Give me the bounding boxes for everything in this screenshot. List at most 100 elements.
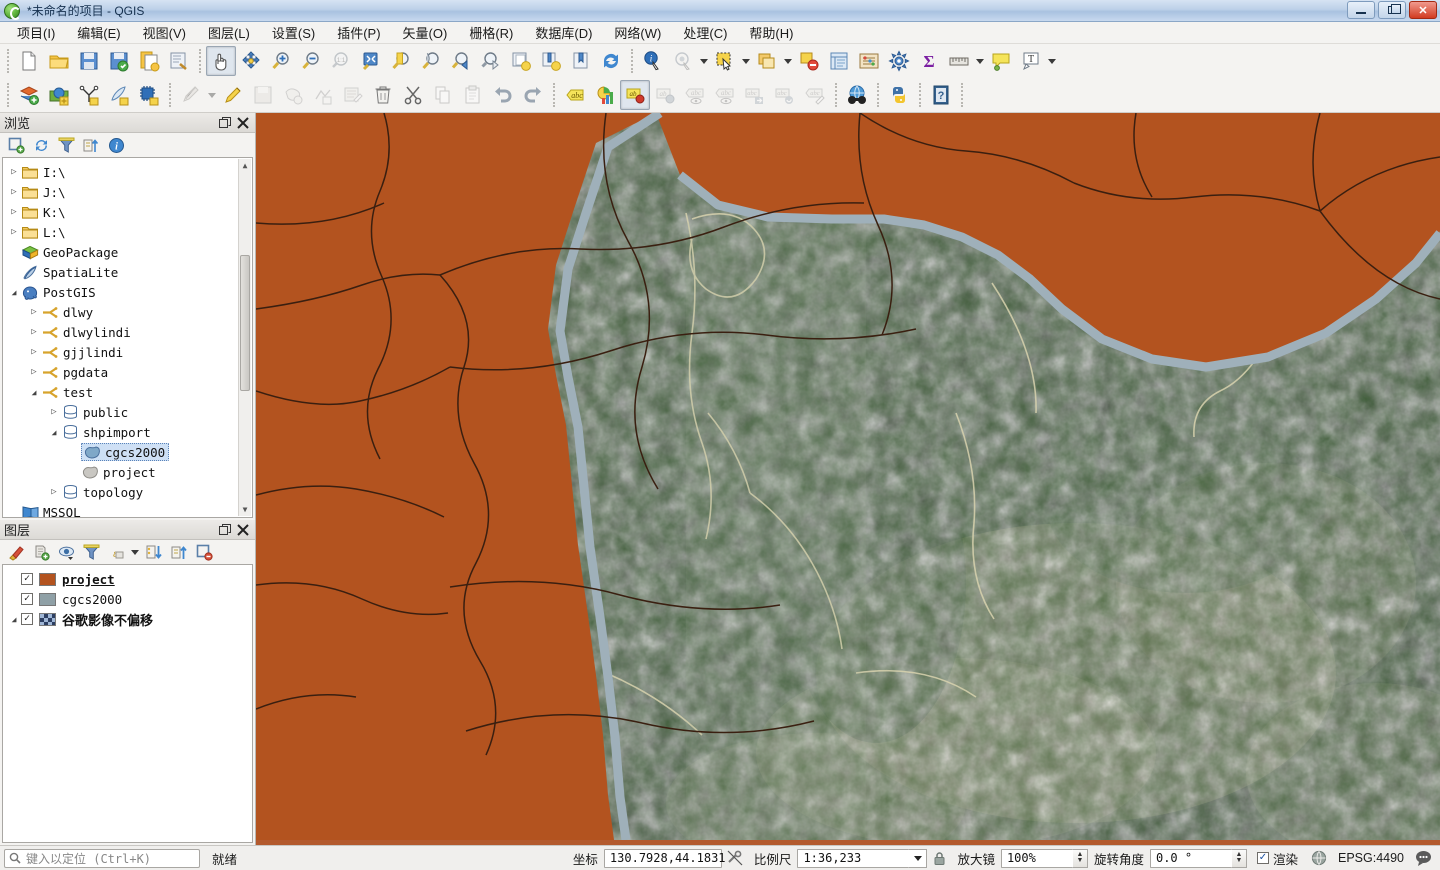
browser-tree-item-pgdata[interactable]: ▷ pgdata bbox=[3, 362, 252, 382]
chevron-down-icon[interactable]: ◢ bbox=[47, 428, 61, 437]
browser-tree-item-k[interactable]: ▷ K:\ bbox=[3, 202, 252, 222]
menu-plugins[interactable]: 插件(P) bbox=[326, 21, 391, 44]
layer-visibility-checkbox[interactable] bbox=[21, 613, 33, 625]
browser-tree-item-postgis[interactable]: ◢ PostGIS bbox=[3, 282, 252, 302]
map-tips-icon[interactable] bbox=[986, 46, 1016, 76]
new-print-layout-icon[interactable] bbox=[134, 46, 164, 76]
scroll-thumb[interactable] bbox=[240, 255, 250, 391]
menu-edit[interactable]: 编辑(E) bbox=[66, 21, 131, 44]
chevron-right-icon[interactable]: ▷ bbox=[47, 487, 61, 497]
paste-features-icon[interactable] bbox=[458, 80, 488, 110]
metasearch-icon[interactable] bbox=[842, 80, 872, 110]
browser-scrollbar[interactable]: ▲ ▼ bbox=[238, 159, 251, 516]
move-label-icon[interactable]: abc bbox=[740, 80, 770, 110]
map-canvas[interactable] bbox=[256, 113, 1440, 845]
menu-layer[interactable]: 图层(L) bbox=[197, 21, 261, 44]
chevron-down-icon[interactable] bbox=[130, 542, 140, 562]
add-raster-layer-icon[interactable] bbox=[44, 80, 74, 110]
delete-selected-icon[interactable] bbox=[368, 80, 398, 110]
toggle-extents-icon[interactable] bbox=[722, 850, 748, 866]
browser-tree-item-l[interactable]: ▷ L:\ bbox=[3, 222, 252, 242]
filter-browser-icon[interactable] bbox=[55, 134, 77, 156]
vertex-tool-icon[interactable] bbox=[308, 80, 338, 110]
zoom-to-layer-icon[interactable] bbox=[416, 46, 446, 76]
zoom-full-icon[interactable] bbox=[356, 46, 386, 76]
scale-value[interactable]: 1:36,233 bbox=[797, 848, 910, 868]
collapse-all-icon[interactable] bbox=[168, 541, 190, 563]
add-mesh-layer-icon[interactable] bbox=[74, 80, 104, 110]
menu-raster[interactable]: 栅格(R) bbox=[458, 21, 524, 44]
menu-database[interactable]: 数据库(D) bbox=[524, 21, 603, 44]
browser-tree-item-geopackage[interactable]: GeoPackage bbox=[3, 242, 252, 262]
chevron-right-icon[interactable]: ▷ bbox=[47, 407, 61, 417]
save-layer-edits-icon[interactable] bbox=[248, 80, 278, 110]
layer-item-2[interactable]: cgcs2000 bbox=[3, 589, 252, 609]
chevron-right-icon[interactable]: ▷ bbox=[27, 327, 41, 337]
browser-tree-item-topology[interactable]: ▷ topology bbox=[3, 482, 252, 502]
scroll-up-arrow[interactable]: ▲ bbox=[239, 159, 251, 172]
copy-features-icon[interactable] bbox=[428, 80, 458, 110]
minimize-button[interactable] bbox=[1347, 1, 1375, 19]
identify-features-icon[interactable]: i bbox=[638, 46, 668, 76]
chevron-down-icon[interactable] bbox=[782, 46, 794, 76]
show-unplaced-labels-icon[interactable]: abc bbox=[710, 80, 740, 110]
rotation-stepper[interactable]: ▲ ▼ bbox=[1231, 848, 1247, 868]
save-project-icon[interactable] bbox=[74, 46, 104, 76]
add-delimited-text-icon[interactable] bbox=[104, 80, 134, 110]
options-icon[interactable] bbox=[884, 46, 914, 76]
text-annotation-icon[interactable]: T bbox=[1016, 46, 1046, 76]
locator-search-box[interactable]: 键入以定位 (Ctrl+K) bbox=[4, 848, 200, 868]
browser-tree-item-public[interactable]: ▷ public bbox=[3, 402, 252, 422]
chevron-right-icon[interactable]: ▷ bbox=[27, 347, 41, 357]
highlight-labels-icon[interactable]: abc bbox=[680, 80, 710, 110]
chevron-down-icon[interactable]: ◢ bbox=[7, 615, 21, 624]
chevron-right-icon[interactable]: ▷ bbox=[7, 167, 21, 177]
chevron-right-icon[interactable]: ▷ bbox=[7, 207, 21, 217]
menu-web[interactable]: 网络(W) bbox=[603, 21, 672, 44]
chevron-down-icon[interactable]: ◢ bbox=[27, 388, 41, 397]
browser-tree-item-shpimport[interactable]: ◢ shpimport bbox=[3, 422, 252, 442]
filter-expression-icon[interactable]: ε bbox=[105, 541, 127, 563]
open-attribute-table-icon[interactable] bbox=[824, 46, 854, 76]
statistics-icon[interactable]: Σ bbox=[914, 46, 944, 76]
filter-legend-icon[interactable] bbox=[80, 541, 102, 563]
deselect-all-icon[interactable] bbox=[794, 46, 824, 76]
help-icon[interactable]: ? bbox=[926, 80, 956, 110]
zoom-last-icon[interactable] bbox=[446, 46, 476, 76]
refresh-icon[interactable] bbox=[596, 46, 626, 76]
toggle-editing-icon[interactable] bbox=[218, 80, 248, 110]
manage-visibility-icon[interactable] bbox=[55, 541, 77, 563]
magnifier-stepper[interactable]: ▲ ▼ bbox=[1072, 848, 1088, 868]
add-group-icon[interactable] bbox=[30, 541, 52, 563]
browser-tree-item-i[interactable]: ▷ I:\ bbox=[3, 162, 252, 182]
rotation-value[interactable]: 0.0 ° bbox=[1149, 848, 1232, 868]
layers-float-button[interactable] bbox=[217, 522, 233, 538]
browser-tree[interactable]: ▷ I:\ ▷ J:\ ▷ K:\ ▷ L:\ GeoPackage SpatiaLite ◢ Pos… bbox=[2, 157, 253, 518]
menu-processing[interactable]: 处理(C) bbox=[672, 21, 738, 44]
browser-float-button[interactable] bbox=[217, 115, 233, 131]
measure-icon[interactable] bbox=[668, 46, 698, 76]
render-toggle[interactable]: 渲染 bbox=[1256, 849, 1298, 868]
pan-map-icon[interactable] bbox=[206, 46, 236, 76]
chevron-right-icon[interactable]: ▷ bbox=[7, 187, 21, 197]
current-edits-icon[interactable] bbox=[176, 80, 206, 110]
add-layer-icon[interactable] bbox=[5, 134, 27, 156]
select-features-icon[interactable] bbox=[710, 46, 740, 76]
zoom-to-selection-icon[interactable] bbox=[386, 46, 416, 76]
crs-value[interactable]: EPSG:4490 bbox=[1338, 851, 1404, 865]
layers-close-button[interactable] bbox=[235, 522, 251, 538]
layer-visibility-checkbox[interactable] bbox=[21, 593, 33, 605]
browser-tree-item-j[interactable]: ▷ J:\ bbox=[3, 182, 252, 202]
chevron-down-icon[interactable] bbox=[1046, 46, 1058, 76]
add-layer-icon[interactable] bbox=[14, 80, 44, 110]
pan-to-selection-icon[interactable] bbox=[236, 46, 266, 76]
scroll-down-arrow[interactable]: ▼ bbox=[239, 503, 251, 516]
redo-icon[interactable] bbox=[518, 80, 548, 110]
rotate-label-icon[interactable]: abc bbox=[770, 80, 800, 110]
new-map-view-icon[interactable] bbox=[506, 46, 536, 76]
browser-close-button[interactable] bbox=[235, 115, 251, 131]
browser-tree-item-mssql[interactable]: MSSQL bbox=[3, 502, 252, 517]
collapse-all-icon[interactable] bbox=[80, 134, 102, 156]
close-button[interactable]: ✕ bbox=[1409, 1, 1437, 19]
python-console-icon[interactable] bbox=[884, 80, 914, 110]
